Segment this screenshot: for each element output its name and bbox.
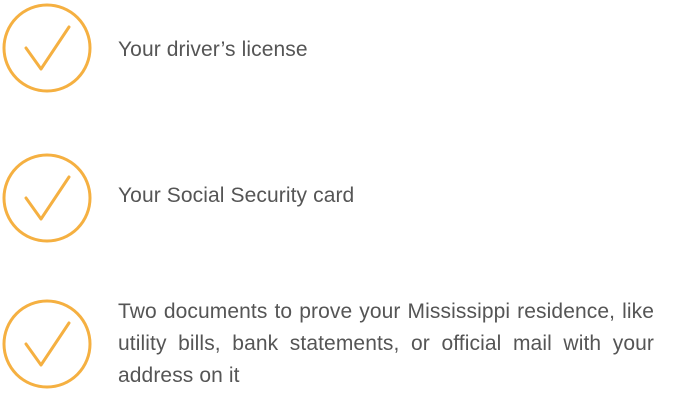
- checklist-item-label: Two documents to prove your Mississippi …: [118, 300, 654, 387]
- check-circle-icon: [1, 2, 93, 94]
- check-circle-icon: [1, 298, 93, 390]
- checklist-item-label: Your driver’s license: [118, 38, 308, 61]
- check-circle-icon: [1, 152, 93, 244]
- checklist-item-label: Your Social Security card: [118, 184, 355, 207]
- document-checklist: Your driver’s license Your Social Securi…: [0, 0, 673, 400]
